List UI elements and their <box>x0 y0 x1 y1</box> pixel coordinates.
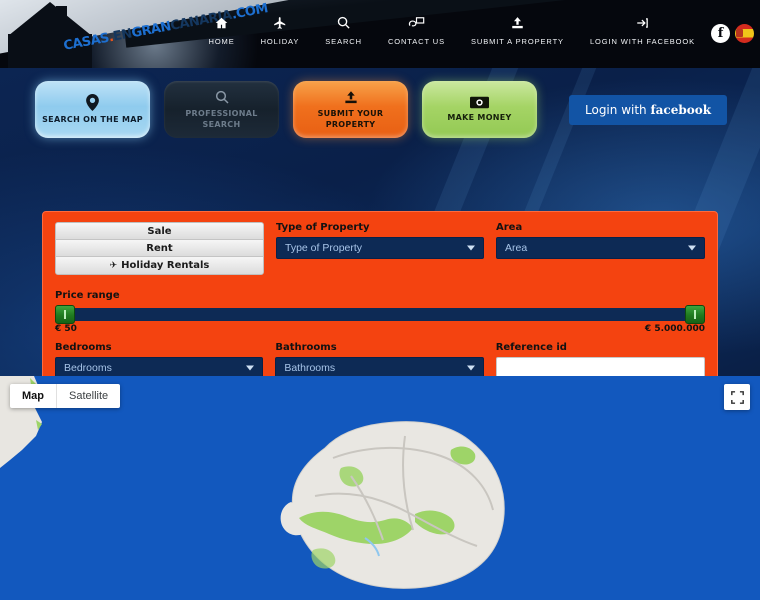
select-value-type-of-property: Type of Property <box>285 242 363 254</box>
pill-label-line2: SEARCH <box>202 120 241 129</box>
search-panel-bottom-row: Bedrooms Bedrooms Bathrooms Bathrooms Re… <box>55 342 706 376</box>
upload-icon <box>510 14 525 31</box>
pill-search-on-the-map[interactable]: SEARCH ON THE MAP <box>35 81 150 138</box>
label-price-range: Price range <box>55 290 120 301</box>
nav-label-home: HOME <box>208 37 235 46</box>
map-type-map-button[interactable]: Map <box>10 384 57 408</box>
pill-label-search-on-the-map: SEARCH ON THE MAP <box>42 115 143 124</box>
select-value-bathrooms: Bathrooms <box>284 362 336 374</box>
home-icon <box>214 14 229 31</box>
nav-item-holiday[interactable]: HOLIDAY <box>248 14 313 46</box>
search-icon <box>214 89 230 105</box>
upload-icon <box>343 90 359 105</box>
facebook-login-prefix: Login with <box>585 102 651 117</box>
pill-label-line1: SUBMIT YOUR <box>317 108 384 118</box>
search-icon <box>336 14 351 31</box>
tab-sale[interactable]: Sale <box>56 223 263 240</box>
pill-label-make-money: MAKE MONEY <box>447 113 512 122</box>
label-area: Area <box>496 222 523 233</box>
nav-item-contact-us[interactable]: CONTACT US <box>375 14 458 46</box>
facebook-login-brand: facebook <box>650 102 712 117</box>
pill-make-money[interactable]: MAKE MONEY <box>422 81 537 138</box>
map-gran-canaria-island <box>280 421 505 589</box>
house-logo-roof-icon <box>8 2 92 36</box>
pill-label-line1: PROFESSIONAL <box>185 109 258 118</box>
facebook-icon[interactable]: f <box>711 24 730 43</box>
site-header: CASAS.ENGRANCANARIA.COM HOME HOLIDAY SEA… <box>0 0 760 68</box>
login-arrow-icon <box>635 14 650 31</box>
field-bedrooms: Bedrooms Bedrooms <box>55 342 264 376</box>
tab-label-rent: Rent <box>146 242 173 254</box>
pill-label-line2: PROPERTY <box>325 119 376 129</box>
spain-flag-icon[interactable] <box>735 24 754 43</box>
price-min-value: € 50 <box>55 324 77 334</box>
select-bathrooms[interactable]: Bathrooms <box>275 357 484 376</box>
search-panel-top-row: Sale Rent ✈ Holiday Rentals Type of Prop… <box>55 222 706 275</box>
plane-icon: ✈ <box>109 260 118 271</box>
field-reference-id: Reference id <box>495 342 706 376</box>
banknote-icon <box>470 96 489 109</box>
property-search-panel: Sale Rent ✈ Holiday Rentals Type of Prop… <box>42 211 718 376</box>
quick-action-pills: SEARCH ON THE MAP PROFESSIONAL SEARCH SU… <box>35 81 728 138</box>
pill-label-professional-search: PROFESSIONAL SEARCH <box>185 108 257 130</box>
price-range-slider: Price range € 50 € 5.000.000 <box>55 285 705 334</box>
tab-group: Sale Rent ✈ Holiday Rentals <box>55 222 264 275</box>
header-utility-icons: f <box>711 24 754 43</box>
field-bathrooms: Bathrooms Bathrooms <box>275 342 484 376</box>
listing-type-tabs: Sale Rent ✈ Holiday Rentals <box>55 222 264 275</box>
hero-section: SEARCH ON THE MAP PROFESSIONAL SEARCH SU… <box>0 68 760 376</box>
pill-submit-your-property[interactable]: SUBMIT YOUR PROPERTY <box>293 81 408 138</box>
price-slider-values: € 50 € 5.000.000 <box>55 324 705 334</box>
map-type-control: Map Satellite <box>10 384 121 408</box>
nav-label-contact: SEARCH <box>325 37 362 46</box>
map-type-satellite-button[interactable]: Satellite <box>57 384 120 408</box>
select-bedrooms[interactable]: Bedrooms <box>55 357 264 376</box>
select-type-of-property[interactable]: Type of Property <box>276 237 485 259</box>
select-area[interactable]: Area <box>496 237 706 259</box>
page-root: CASAS.ENGRANCANARIA.COM HOME HOLIDAY SEA… <box>0 0 760 600</box>
nav-item-home[interactable]: HOME <box>196 14 248 46</box>
nav-label-login-with-facebook: LOGIN WITH FACEBOOK <box>589 37 695 46</box>
tab-label-sale: Sale <box>147 225 172 237</box>
price-slider-track[interactable] <box>55 305 705 324</box>
tab-rent[interactable]: Rent <box>56 240 263 257</box>
price-slider-handle-min[interactable] <box>55 305 75 324</box>
chevron-down-icon <box>246 365 255 371</box>
plane-icon <box>272 14 288 31</box>
tab-holiday-rentals[interactable]: ✈ Holiday Rentals <box>56 257 263 274</box>
pill-label-submit-your-property: SUBMIT YOUR PROPERTY <box>318 108 384 130</box>
nav-label-submit-a-property: SUBMIT A PROPERTY <box>471 37 564 46</box>
chevron-down-icon <box>467 245 476 251</box>
price-slider-handle-max[interactable] <box>685 305 705 324</box>
pill-professional-search[interactable]: PROFESSIONAL SEARCH <box>164 81 279 138</box>
map-pin-icon <box>86 94 99 111</box>
house-logo-chimney-icon <box>56 6 67 28</box>
nav-item-search[interactable]: SEARCH <box>312 14 375 46</box>
select-value-area: Area <box>505 242 528 254</box>
select-value-bedrooms: Bedrooms <box>64 362 112 374</box>
field-area: Area Area <box>496 222 706 275</box>
label-bedrooms: Bedrooms <box>55 342 112 353</box>
property-map[interactable]: Gáldar Teror Vega de San Mateo Palmas de… <box>0 376 760 600</box>
chevron-down-icon <box>688 245 697 251</box>
nav-label-contact-us: CONTACT US <box>387 37 445 46</box>
field-type-of-property: Type of Property Type of Property <box>276 222 485 275</box>
facebook-login-button[interactable]: Login with facebook <box>569 94 728 125</box>
reference-id-input[interactable] <box>495 357 706 376</box>
label-reference-id: Reference id <box>495 342 567 353</box>
envelope-icon <box>408 14 425 31</box>
label-bathrooms: Bathrooms <box>275 342 337 353</box>
nav-item-submit-a-property[interactable]: SUBMIT A PROPERTY <box>458 14 577 46</box>
nav-item-login-with-facebook[interactable]: LOGIN WITH FACEBOOK <box>577 14 708 46</box>
fullscreen-icon[interactable] <box>724 384 750 410</box>
chevron-down-icon <box>466 365 475 371</box>
tab-label-holiday-rentals: Holiday Rentals <box>121 260 210 271</box>
price-max-value: € 5.000.000 <box>644 324 705 334</box>
main-navigation: HOME HOLIDAY SEARCH CONTACT US SUBMIT A … <box>196 14 709 46</box>
nav-label-holiday: HOLIDAY <box>260 37 300 46</box>
label-type-of-property: Type of Property <box>276 222 370 233</box>
